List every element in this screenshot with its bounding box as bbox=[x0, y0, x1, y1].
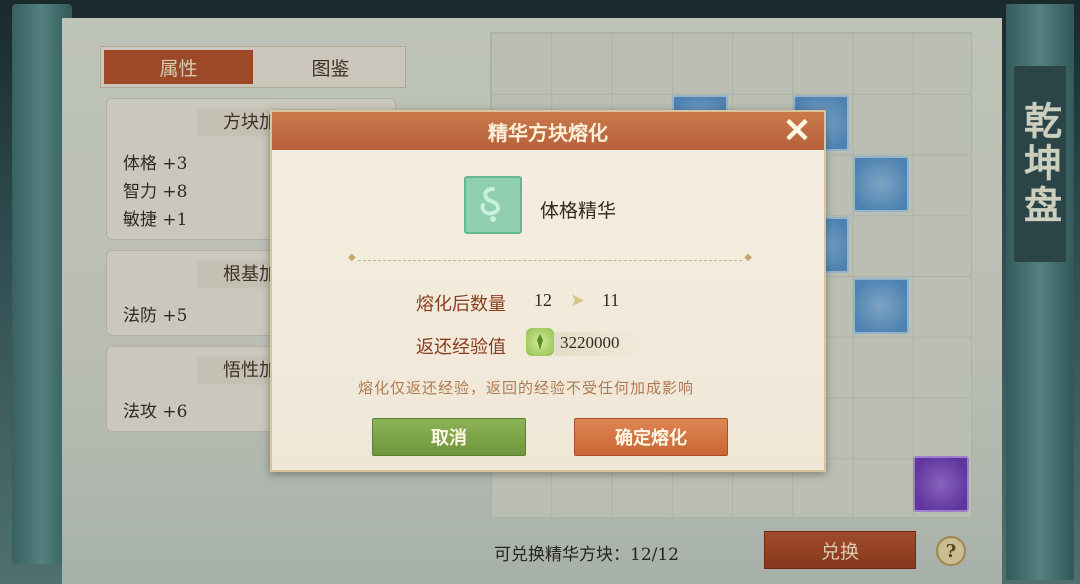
item-name: 体格精华 bbox=[540, 200, 617, 222]
count-after: 11 bbox=[602, 290, 620, 310]
dialog-header: 精华方块熔化 bbox=[272, 112, 824, 150]
serpent-icon bbox=[480, 187, 500, 222]
count-label: 熔化后数量 bbox=[416, 294, 506, 315]
exp-label: 返还经验值 bbox=[416, 337, 506, 358]
essence-item-icon bbox=[464, 176, 522, 234]
dialog-title: 精华方块熔化 bbox=[488, 120, 608, 145]
arrow-right-icon: ➤ bbox=[570, 290, 586, 311]
cancel-button[interactable]: 取消 bbox=[372, 418, 526, 456]
melt-dialog: 精华方块熔化 ✕ 体格精华 熔化后数量 12 ➤ 11 返还经验值 322000… bbox=[270, 110, 826, 472]
melt-note: 熔化仅返还经验，返回的经验不受任何加成影响 bbox=[358, 379, 695, 397]
divider bbox=[348, 252, 752, 263]
exp-icon bbox=[526, 328, 554, 356]
close-icon[interactable]: ✕ bbox=[780, 114, 814, 148]
exp-value: 3220000 bbox=[560, 333, 620, 352]
confirm-melt-button[interactable]: 确定熔化 bbox=[574, 418, 728, 456]
count-before: 12 bbox=[534, 290, 552, 310]
